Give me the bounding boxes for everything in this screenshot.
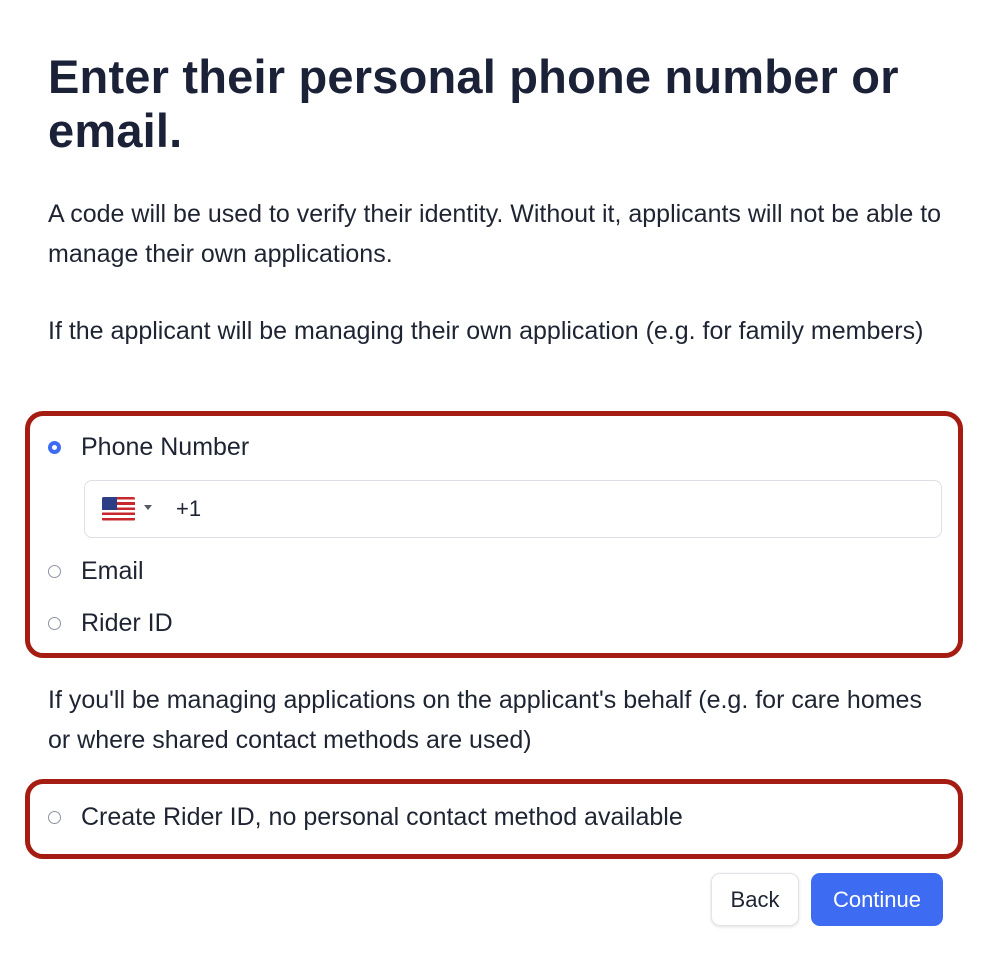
chevron-down-icon[interactable] (144, 505, 152, 510)
self-managed-hint: If the applicant will be managing their … (48, 317, 924, 345)
radio-unselected-icon[interactable] (48, 810, 61, 824)
agent-managed-hint: If you'll be managing applications on th… (48, 686, 922, 754)
radio-label-phone-number: Phone Number (81, 433, 250, 461)
radio-unselected-icon[interactable] (48, 564, 61, 578)
radio-option-email[interactable]: Email (48, 555, 144, 587)
radio-selected-icon[interactable] (48, 440, 61, 454)
radio-option-rider-id[interactable]: Rider ID (48, 607, 173, 639)
country-code: +1 (176, 496, 202, 521)
back-button[interactable]: Back (711, 873, 799, 926)
radio-unselected-icon[interactable] (48, 616, 61, 630)
radio-label-email: Email (81, 557, 144, 585)
radio-option-create-rider-id[interactable]: Create Rider ID, no personal contact met… (48, 801, 683, 833)
page-title: Enter their personal phone number or ema… (48, 50, 899, 157)
phone-number-input[interactable] (205, 491, 929, 529)
continue-button[interactable]: Continue (811, 873, 943, 926)
radio-option-phone-number[interactable]: Phone Number (48, 431, 249, 463)
us-flag-icon[interactable] (102, 497, 135, 521)
intro-text: A code will be used to verify their iden… (48, 200, 942, 268)
radio-label-create-rider-id: Create Rider ID, no personal contact met… (81, 803, 683, 831)
radio-label-rider-id: Rider ID (81, 609, 173, 637)
phone-number-field[interactable]: +1 (84, 480, 942, 538)
